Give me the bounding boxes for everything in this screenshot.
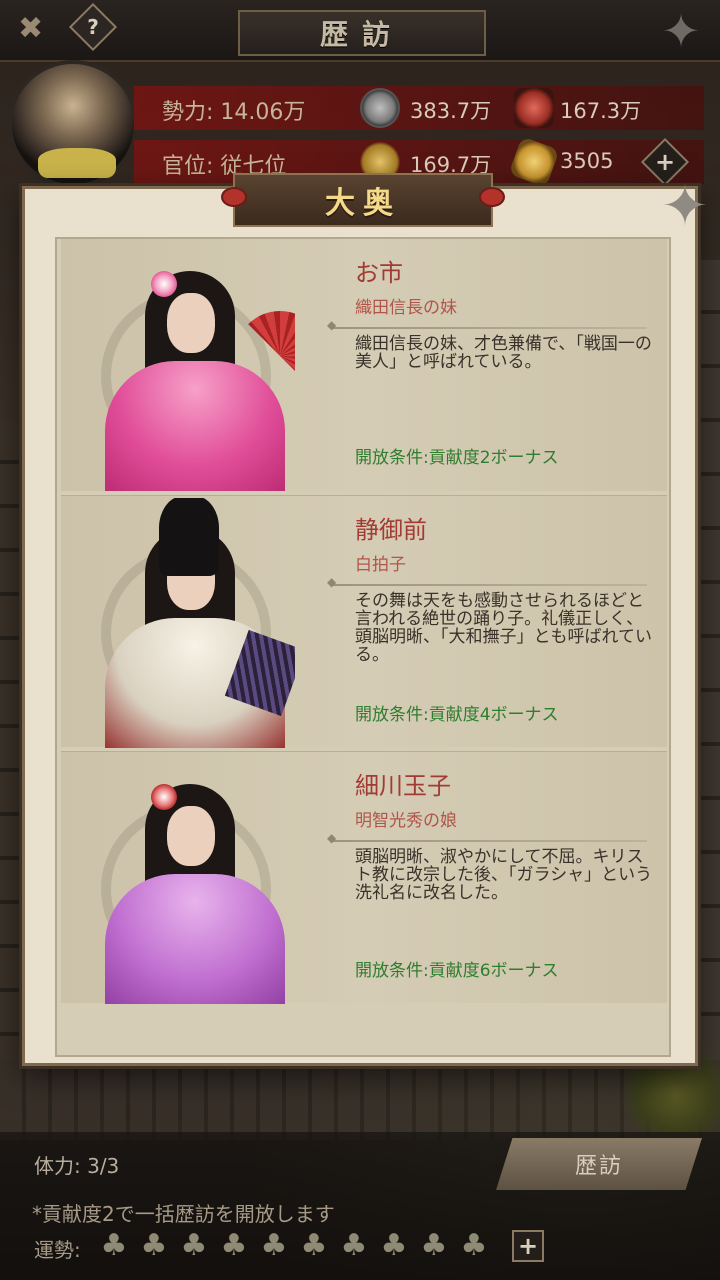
divider bbox=[327, 831, 647, 845]
portrait-robe bbox=[105, 874, 285, 1004]
stat-row-power: 勢力: 14.06万 383.7万 167.3万 bbox=[134, 86, 704, 130]
visit-button-label: 歴訪 bbox=[574, 1154, 623, 1179]
heroine-portrait bbox=[85, 498, 295, 748]
visit-button[interactable]: 歴訪 bbox=[496, 1138, 702, 1190]
clover-icon: ♣ bbox=[460, 1228, 488, 1263]
shuriken-icon: ✦ bbox=[661, 4, 701, 58]
add-luck-label: + bbox=[517, 1232, 539, 1260]
hair-flower-icon bbox=[151, 784, 177, 810]
heroine-name: 細川玉子 bbox=[355, 772, 451, 800]
top-bar: ✖ ? 歴訪 ✦ bbox=[0, 0, 720, 62]
clover-icon: ♣ bbox=[100, 1228, 128, 1263]
eboshi-hat bbox=[159, 498, 219, 576]
heroine-description: その舞は天をも感動させられるほどと言われる絶世の踊り子。礼儀正しく、頭脳明晰、「… bbox=[355, 591, 652, 665]
luck-label: 運勢: bbox=[34, 1238, 81, 1262]
batch-visit-notice: *貢献度2で一括歴訪を開放します bbox=[32, 1202, 335, 1226]
coin-icon bbox=[360, 88, 400, 128]
hair-flower-icon bbox=[151, 271, 177, 297]
help-button[interactable]: ? bbox=[68, 2, 118, 52]
clover-icon: ♣ bbox=[340, 1228, 368, 1263]
modal-title: 大奥 bbox=[325, 186, 401, 221]
heroine-name: 静御前 bbox=[355, 516, 427, 544]
clover-icon: ♣ bbox=[420, 1228, 448, 1263]
clover-icon: ♣ bbox=[220, 1228, 248, 1263]
card-list: お市 織田信長の妹 織田信長の妹、才色兼備で、「戦国一の美人」と呼ばれている。 … bbox=[55, 237, 671, 1057]
heroine-card[interactable]: 細川玉子 明智光秀の娘 頭脳明晰、淑やかにして不屈。キリスト教に改宗した後、「ガ… bbox=[61, 751, 667, 1004]
heroine-portrait bbox=[85, 241, 295, 491]
unlock-condition: 開放条件:貢献度4ボーナス bbox=[355, 705, 559, 725]
background-building-right bbox=[696, 260, 720, 1060]
unlock-condition: 開放条件:貢献度6ボーナス bbox=[355, 961, 559, 981]
clover-icon: ♣ bbox=[140, 1228, 168, 1263]
heroine-subtitle: 白拍子 bbox=[355, 555, 406, 575]
tokens-value: 3505 bbox=[560, 149, 614, 173]
power-label: 勢力: 14.06万 bbox=[162, 100, 306, 125]
add-luck-button[interactable]: + bbox=[512, 1230, 544, 1262]
ooku-modal: 大奥 ✦ お市 織田信長の妹 織田信長の妹、才色兼備で、「戦国一の美人」と呼ばれ… bbox=[22, 173, 708, 1066]
knot-ornament-left bbox=[221, 187, 247, 207]
heroine-description: 織田信長の妹、才色兼備で、「戦国一の美人」と呼ばれている。 bbox=[355, 334, 652, 372]
food-icon bbox=[514, 88, 554, 128]
heroine-subtitle: 明智光秀の娘 bbox=[355, 811, 457, 831]
heroine-subtitle: 織田信長の妹 bbox=[355, 298, 457, 318]
coins-value: 383.7万 bbox=[410, 99, 492, 123]
heroine-card[interactable]: 静御前 白拍子 その舞は天をも感動させられるほどと言われる絶世の踊り子。礼儀正し… bbox=[61, 495, 667, 748]
heroine-name: お市 bbox=[355, 259, 403, 287]
page-title: 歴訪 bbox=[319, 18, 404, 51]
clover-icon: ♣ bbox=[180, 1228, 208, 1263]
knot-ornament-right bbox=[479, 187, 505, 207]
divider bbox=[327, 575, 647, 589]
clover-icon: ♣ bbox=[380, 1228, 408, 1263]
heroine-portrait bbox=[85, 754, 295, 1004]
divider bbox=[327, 318, 647, 332]
heroine-description: 頭脳明晰、淑やかにして不屈。キリスト教に改宗した後、「ガラシャ」という洗礼名に改… bbox=[355, 847, 653, 903]
power-value: 14.06万 bbox=[220, 100, 306, 125]
portrait-robe bbox=[105, 361, 285, 491]
food-value: 167.3万 bbox=[560, 99, 642, 123]
modal-title-plate: 大奥 bbox=[221, 173, 505, 227]
add-resource-label: + bbox=[654, 148, 676, 176]
avatar-collar bbox=[38, 148, 116, 178]
clover-icon: ♣ bbox=[300, 1228, 328, 1263]
back-icon[interactable]: ✖ bbox=[18, 14, 66, 44]
stamina-label: 体力: 3/3 bbox=[34, 1154, 120, 1178]
help-button-label: ? bbox=[87, 15, 99, 39]
clover-icon: ♣ bbox=[260, 1228, 288, 1263]
shuriken-close-icon[interactable]: ✦ bbox=[655, 177, 715, 237]
heroine-card[interactable]: お市 織田信長の妹 織田信長の妹、才色兼備で、「戦国一の美人」と呼ばれている。 … bbox=[61, 239, 667, 491]
portrait-face bbox=[167, 293, 215, 353]
page-title-plate: 歴訪 bbox=[238, 10, 486, 56]
luck-clovers: ♣ ♣ ♣ ♣ ♣ ♣ ♣ ♣ ♣ ♣ bbox=[96, 1228, 492, 1264]
token-icon bbox=[508, 136, 560, 188]
player-avatar[interactable] bbox=[8, 60, 138, 188]
portrait-face bbox=[167, 806, 215, 866]
unlock-condition: 開放条件:貢献度2ボーナス bbox=[355, 448, 559, 468]
